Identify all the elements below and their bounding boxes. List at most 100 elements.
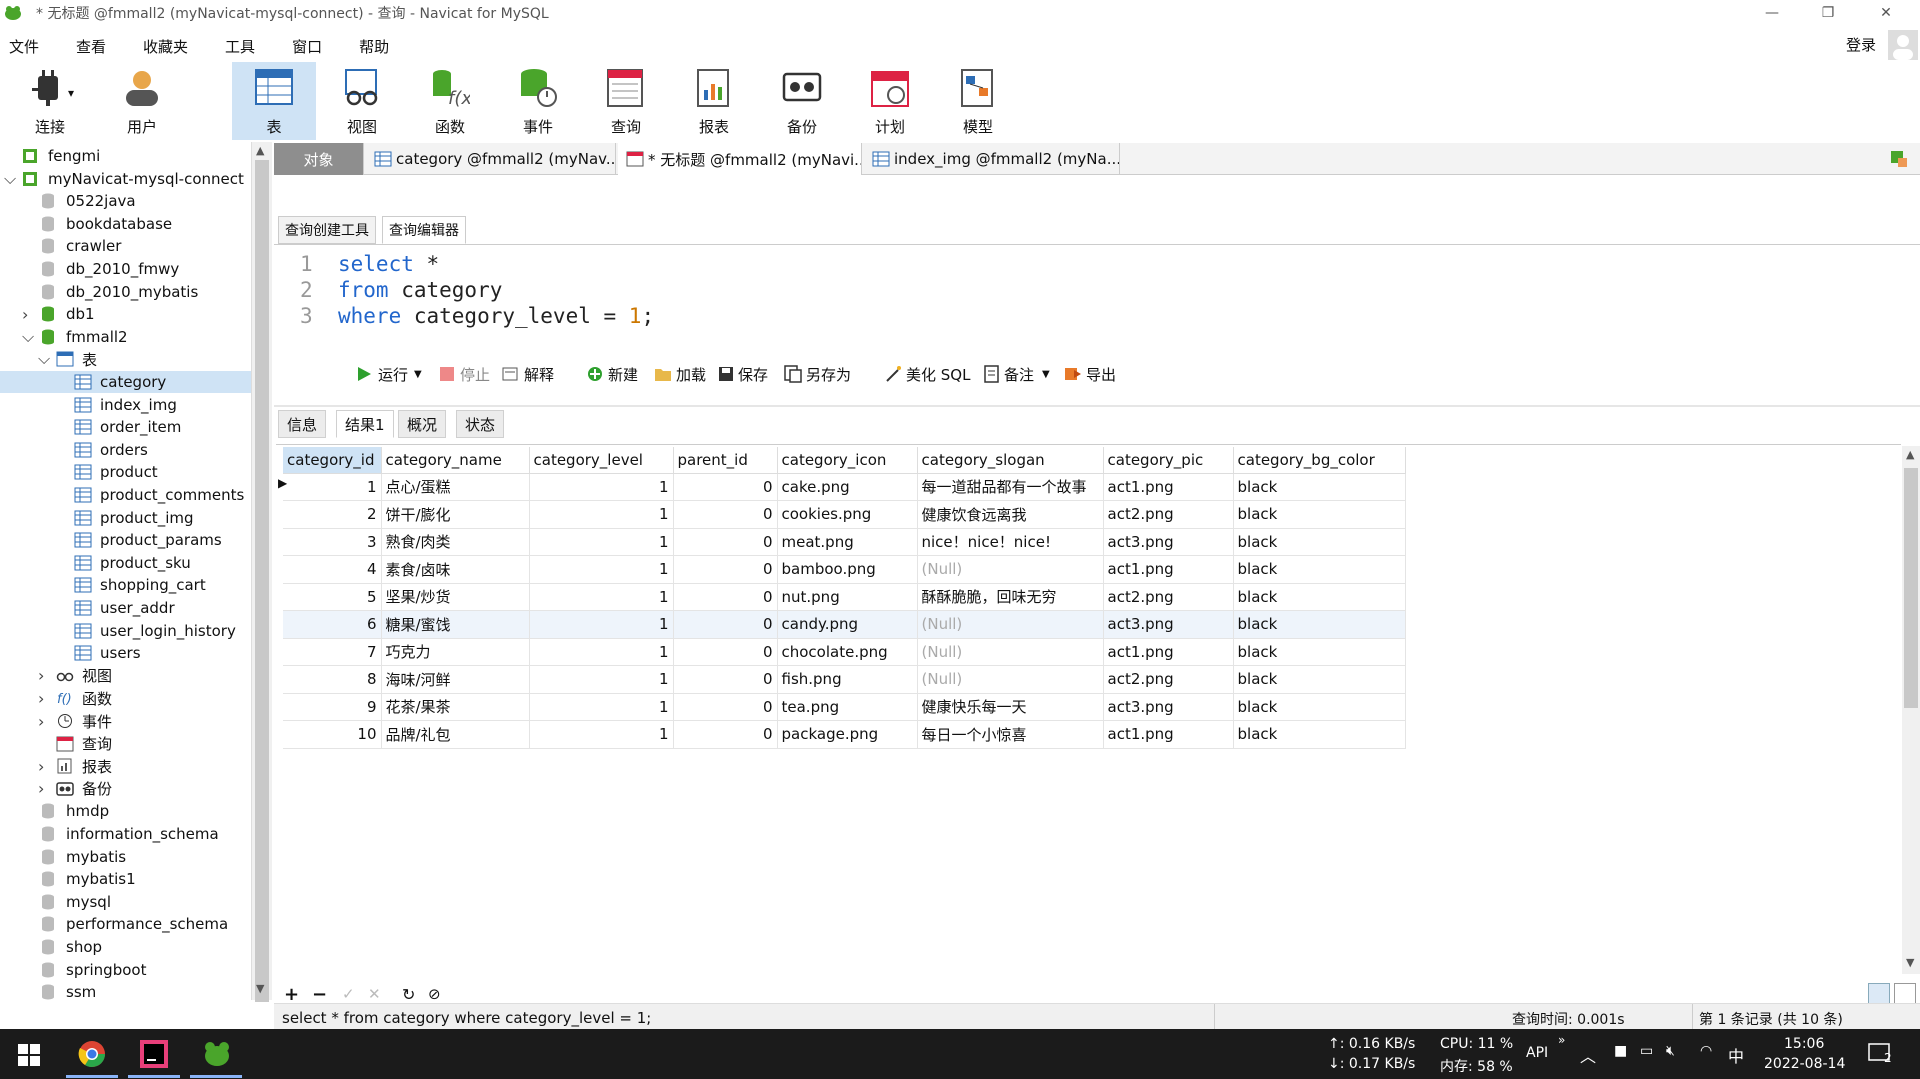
table-row[interactable]: 6 糖果/蜜饯 1 0 candy.png (Null) act3.png black: [283, 610, 1406, 639]
close-icon[interactable]: ✕: [1858, 0, 1914, 26]
double-chevron-icon[interactable]: »: [1558, 1033, 1565, 1047]
toolbar-query-button[interactable]: 查询: [584, 62, 668, 140]
code-line[interactable]: from category: [338, 278, 502, 302]
ime-indicator[interactable]: 中: [1728, 1043, 1744, 1067]
table-cell[interactable]: 1: [529, 720, 674, 749]
table-cell[interactable]: nice！nice！nice!: [917, 528, 1104, 556]
toolbar-report-button[interactable]: 报表: [672, 62, 756, 140]
table-cell[interactable]: 1: [529, 583, 674, 611]
toolbar-user-button[interactable]: 用户: [100, 62, 184, 140]
tab-result1[interactable]: 结果1: [336, 410, 394, 438]
table-cell[interactable]: 1: [529, 638, 674, 666]
menu-item[interactable]: 帮助: [350, 36, 398, 57]
table-cell[interactable]: 3: [283, 528, 382, 556]
tree-item-[interactable]: › 报表: [0, 755, 251, 777]
table-cell[interactable]: fish.png: [777, 665, 918, 694]
sidebar-scrollbar[interactable]: ▲ ▼: [252, 142, 272, 1002]
tree-item-users[interactable]: users: [0, 642, 251, 664]
tab-2[interactable]: * 无标题 @fmmall2 (myNavi...: [618, 143, 862, 175]
tree-item-mybatis[interactable]: mybatis: [0, 846, 251, 868]
grid-view-icon[interactable]: [1868, 983, 1890, 1005]
table-cell[interactable]: black: [1233, 500, 1406, 529]
form-view-icon[interactable]: [1894, 983, 1916, 1005]
table-cell[interactable]: 0: [673, 583, 778, 611]
toolbar-table-button[interactable]: 表: [232, 62, 316, 140]
table-row[interactable]: 3 熟食/肉类 1 0 meat.png nice！nice！nice! act3.png b…: [283, 528, 1406, 556]
menu-item[interactable]: 工具: [216, 36, 264, 57]
table-cell[interactable]: 1: [529, 473, 674, 501]
tab-info[interactable]: 信息: [278, 410, 327, 438]
table-row[interactable]: 7 巧克力 1 0 chocolate.png (Null) act1.png black: [283, 638, 1406, 666]
clock-time[interactable]: 15:06: [1784, 1036, 1824, 1052]
toolbar-backup-button[interactable]: 备份: [760, 62, 844, 140]
table-row[interactable]: 4 素食/卤味 1 0 bamboo.png (Null) act1.png black: [283, 555, 1406, 584]
chevron-down-icon[interactable]: ⌵: [4, 169, 16, 189]
chevron-right-icon[interactable]: ›: [38, 757, 44, 776]
table-cell[interactable]: act3.png: [1103, 693, 1234, 721]
chevron-down-icon[interactable]: ▾: [68, 86, 74, 100]
table-cell[interactable]: black: [1233, 693, 1406, 721]
tab-3[interactable]: index_img @fmmall2 (myNa...: [864, 143, 1120, 175]
toolbar-model-button[interactable]: 模型: [936, 62, 1020, 140]
tree-item-orderitem[interactable]: order_item: [0, 416, 251, 438]
toolbar-function-button[interactable]: f(x)函数: [408, 62, 492, 140]
tree-item-ssm[interactable]: ssm: [0, 981, 251, 1000]
table-cell[interactable]: 1: [529, 693, 674, 721]
tree-item-[interactable]: 查询: [0, 733, 251, 755]
table-cell[interactable]: 素食/卤味: [381, 555, 530, 584]
splitter[interactable]: [274, 405, 1920, 407]
tab-0[interactable]: 对象: [274, 143, 364, 175]
table-cell[interactable]: black: [1233, 555, 1406, 584]
tree-item-crawler[interactable]: crawler: [0, 235, 251, 257]
tree-item-mysql[interactable]: mysql: [0, 891, 251, 913]
table-cell[interactable]: black: [1233, 610, 1406, 639]
scroll-down-icon[interactable]: ▼: [1906, 956, 1914, 969]
table-cell[interactable]: 9: [283, 693, 382, 721]
chevron-down-icon[interactable]: ⌵: [22, 327, 34, 347]
table-cell[interactable]: black: [1233, 665, 1406, 694]
table-cell[interactable]: 1: [529, 555, 674, 584]
table-cell[interactable]: 0: [673, 610, 778, 639]
table-cell[interactable]: nut.png: [777, 583, 918, 611]
tree-item-productimg[interactable]: product_img: [0, 507, 251, 529]
table-cell[interactable]: act2.png: [1103, 583, 1234, 611]
apply-icon[interactable]: ✓: [342, 985, 355, 1003]
toolbar-event-button[interactable]: 事件: [496, 62, 580, 140]
chevron-right-icon[interactable]: ›: [38, 712, 44, 731]
tree-item-mybatis1[interactable]: mybatis1: [0, 868, 251, 890]
table-cell[interactable]: tea.png: [777, 693, 918, 721]
table-cell[interactable]: 1: [529, 665, 674, 694]
battery-icon[interactable]: ▭: [1640, 1043, 1653, 1059]
menu-item[interactable]: 文件: [0, 36, 48, 57]
tab-query-editor[interactable]: 查询编辑器: [382, 216, 466, 244]
table-cell[interactable]: act1.png: [1103, 555, 1234, 584]
menu-item[interactable]: 查看: [67, 36, 115, 57]
tree-item-0522java[interactable]: 0522java: [0, 190, 251, 212]
tree-item-useraddr[interactable]: user_addr: [0, 597, 251, 619]
tree-item-shoppingcart[interactable]: shopping_cart: [0, 574, 251, 596]
toolbar-calendar-button[interactable]: 计划: [848, 62, 932, 140]
volume-icon[interactable]: 🔇︎: [1666, 1043, 1675, 1059]
chevron-right-icon[interactable]: ›: [38, 779, 44, 798]
table-cell[interactable]: 10: [283, 720, 382, 749]
tree-item-product[interactable]: product: [0, 461, 251, 483]
table-cell[interactable]: (Null): [917, 610, 1104, 639]
table-cell[interactable]: act2.png: [1103, 665, 1234, 694]
table-cell[interactable]: 2: [283, 500, 382, 529]
table-cell[interactable]: (Null): [917, 555, 1104, 584]
table-cell[interactable]: cookies.png: [777, 500, 918, 529]
avatar[interactable]: [1888, 30, 1918, 60]
tree-item-productparams[interactable]: product_params: [0, 529, 251, 551]
table-cell[interactable]: 8: [283, 665, 382, 694]
tree-item-fengmi[interactable]: fengmi: [0, 145, 251, 167]
tree-item-myNavicatmysqlconnect[interactable]: ⌵ myNavicat-mysql-connect: [0, 168, 251, 190]
tree-item-db1[interactable]: › db1: [0, 303, 251, 325]
chevron-right-icon[interactable]: ›: [38, 666, 44, 685]
refresh-icon[interactable]: ↻: [402, 985, 415, 1004]
tray-app-icon[interactable]: ■: [1614, 1043, 1627, 1059]
chrome-icon[interactable]: [78, 1040, 106, 1068]
code-line[interactable]: where category_level = 1;: [338, 304, 654, 328]
tree-item-[interactable]: ⌵ 表: [0, 348, 251, 370]
table-row[interactable]: 1 点心/蛋糕 1 0 cake.png 每一道甜品都有一个故事 act1.png black: [283, 473, 1406, 501]
wifi-icon[interactable]: ◠: [1700, 1043, 1712, 1059]
